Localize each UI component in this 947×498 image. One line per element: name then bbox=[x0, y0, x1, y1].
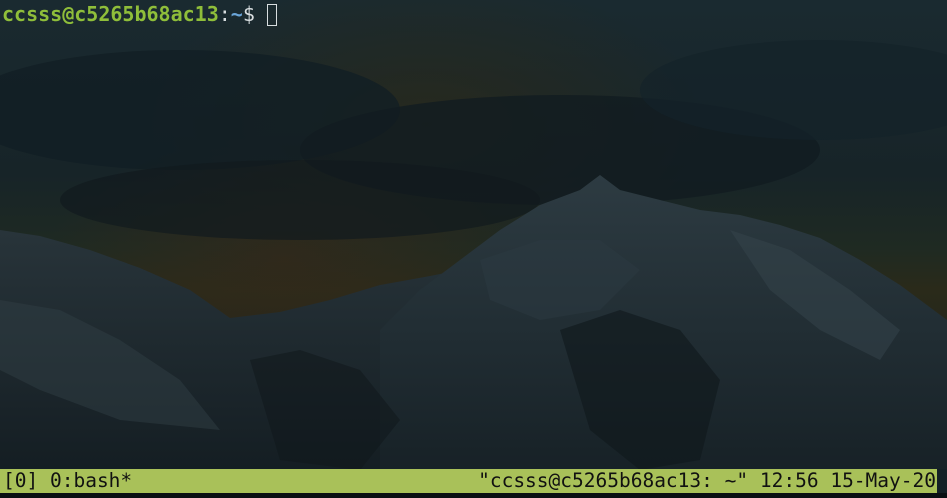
tmux-status-bar: [0] 0:bash* "ccsss@c5265b68ac13: ~" 12:5… bbox=[0, 469, 937, 493]
session-index[interactable]: [0] bbox=[3, 469, 38, 492]
prompt-symbol: $ bbox=[242, 2, 255, 26]
prompt-separator: : bbox=[218, 2, 231, 26]
prompt-path: ~ bbox=[230, 2, 243, 26]
mountain-wallpaper bbox=[0, 0, 947, 498]
terminal-window[interactable]: ccsss@c5265b68ac13:~$ [0] 0:bash* "ccsss… bbox=[0, 0, 947, 498]
prompt-user-host: ccsss@c5265b68ac13 bbox=[2, 2, 219, 26]
window-tab-bash[interactable]: 0:bash* bbox=[50, 469, 132, 492]
pane-title: "ccsss@c5265b68ac13: ~" bbox=[478, 469, 749, 492]
status-right: "ccsss@c5265b68ac13: ~" 12:56 15-May-20 bbox=[478, 469, 936, 493]
status-date: 15-May-20 bbox=[830, 469, 936, 492]
status-bar-edge bbox=[937, 469, 947, 493]
shell-prompt-line[interactable]: ccsss@c5265b68ac13:~$ bbox=[2, 1, 277, 27]
status-left: [0] 0:bash* bbox=[3, 469, 132, 493]
bottom-border bbox=[0, 493, 947, 498]
text-cursor bbox=[266, 4, 277, 26]
status-time: 12:56 bbox=[759, 469, 819, 492]
